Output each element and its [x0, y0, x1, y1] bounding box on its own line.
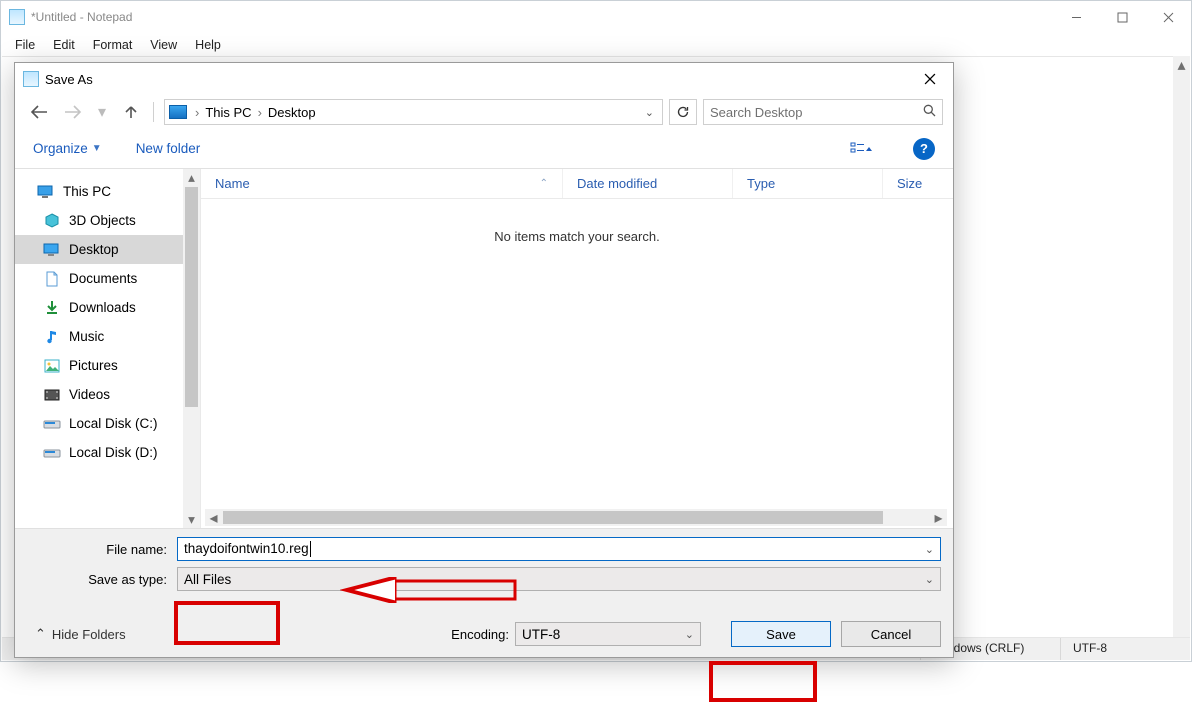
notepad-titlebar: *Untitled - Notepad — [1, 1, 1191, 33]
dialog-bottom: File name: thaydoifontwin10.reg ⌄ Save a… — [15, 528, 953, 657]
chevron-down-icon[interactable]: ⌄ — [685, 628, 694, 641]
nav-back-button[interactable] — [25, 100, 53, 124]
encoding-combo[interactable]: UTF-8 ⌄ — [515, 622, 701, 646]
chevron-down-icon[interactable]: ⌄ — [925, 543, 934, 556]
hide-folders-button[interactable]: ⌃ Hide Folders — [27, 626, 126, 642]
scroll-up-icon[interactable]: ▴ — [1173, 56, 1190, 73]
breadcrumb-leaf[interactable]: Desktop — [264, 105, 320, 120]
tree-item-desktop[interactable]: Desktop — [15, 235, 200, 264]
nav-recent-button[interactable]: ▾ — [93, 100, 111, 124]
menu-file[interactable]: File — [7, 36, 43, 54]
notepad-title: *Untitled - Notepad — [31, 10, 1053, 24]
organize-button[interactable]: Organize▼ — [33, 141, 102, 156]
cube-icon — [43, 213, 61, 229]
save-button[interactable]: Save — [731, 621, 831, 647]
encoding-value: UTF-8 — [522, 627, 560, 642]
scroll-down-icon[interactable]: ▾ — [183, 511, 200, 528]
desktop-icon — [43, 242, 61, 258]
menu-format[interactable]: Format — [85, 36, 141, 54]
menu-edit[interactable]: Edit — [45, 36, 83, 54]
nav-forward-button[interactable] — [59, 100, 87, 124]
chevron-down-icon[interactable]: ⌄ — [925, 573, 934, 586]
chevron-up-icon: ⌃ — [35, 626, 46, 642]
filename-label: File name: — [27, 542, 177, 557]
filename-input[interactable]: thaydoifontwin10.reg ⌄ — [177, 537, 941, 561]
menu-view[interactable]: View — [142, 36, 185, 54]
column-name[interactable]: Name⌃ — [201, 169, 563, 198]
drive-icon — [43, 445, 61, 461]
search-input[interactable]: Search Desktop — [703, 99, 943, 125]
dialog-navbar: ▾ › This PC › Desktop ⌄ Search Desktop — [15, 95, 953, 129]
dialog-close-button[interactable] — [907, 64, 953, 94]
tree-item-music[interactable]: Music — [15, 322, 200, 351]
chevron-down-icon[interactable]: ⌄ — [645, 106, 654, 119]
filename-value: thaydoifontwin10.reg — [184, 541, 309, 556]
encoding-label: Encoding: — [451, 627, 509, 642]
notepad-vscrollbar[interactable]: ▴ — [1173, 56, 1190, 637]
music-icon — [43, 329, 61, 345]
notepad-icon — [9, 9, 25, 25]
saveastype-combo[interactable]: All Files ⌄ — [177, 567, 941, 591]
scroll-thumb[interactable] — [223, 511, 883, 524]
tree-item-videos[interactable]: Videos — [15, 380, 200, 409]
scroll-thumb[interactable] — [185, 187, 198, 407]
search-icon — [923, 104, 936, 120]
column-date[interactable]: Date modified — [563, 169, 733, 198]
dialog-toolbar: Organize▼ New folder ? — [15, 129, 953, 169]
tree-item-localdisk-c[interactable]: Local Disk (C:) — [15, 409, 200, 438]
refresh-button[interactable] — [669, 99, 697, 125]
maximize-button[interactable] — [1099, 2, 1145, 32]
new-folder-button[interactable]: New folder — [136, 141, 201, 156]
saveastype-label: Save as type: — [27, 572, 177, 587]
save-as-dialog: Save As ▾ › This PC › Desktop ⌄ Search D… — [14, 62, 954, 658]
search-placeholder: Search Desktop — [710, 105, 923, 120]
tree-item-pictures[interactable]: Pictures — [15, 351, 200, 380]
pc-icon — [169, 105, 187, 119]
dialog-icon — [23, 71, 39, 87]
column-type[interactable]: Type — [733, 169, 883, 198]
scroll-up-icon[interactable]: ▴ — [183, 169, 200, 186]
nav-tree: This PC 3D Objects Desktop Documents Dow… — [15, 169, 201, 528]
tree-item-localdisk-d[interactable]: Local Disk (D:) — [15, 438, 200, 467]
dialog-titlebar: Save As — [15, 63, 953, 95]
column-size[interactable]: Size — [883, 169, 953, 198]
view-options-button[interactable] — [845, 137, 879, 161]
file-list: Name⌃ Date modified Type Size No items m… — [201, 169, 953, 528]
list-hscrollbar[interactable]: ◂ ▸ — [205, 509, 947, 526]
minimize-button[interactable] — [1053, 2, 1099, 32]
sort-caret-icon: ⌃ — [540, 178, 548, 189]
drive-icon — [43, 416, 61, 432]
scroll-right-icon[interactable]: ▸ — [930, 509, 947, 526]
empty-message: No items match your search. — [201, 199, 953, 274]
dialog-title: Save As — [45, 72, 907, 87]
close-button[interactable] — [1145, 2, 1191, 32]
annotation-box-save — [709, 661, 817, 702]
cancel-button[interactable]: Cancel — [841, 621, 941, 647]
tree-item-thispc[interactable]: This PC — [15, 177, 200, 206]
breadcrumb-root[interactable]: This PC — [201, 105, 255, 120]
tree-item-downloads[interactable]: Downloads — [15, 293, 200, 322]
tree-item-documents[interactable]: Documents — [15, 264, 200, 293]
tree-vscrollbar[interactable]: ▴ ▾ — [183, 169, 200, 528]
status-encoding: UTF-8 — [1060, 638, 1190, 660]
notepad-menubar: File Edit Format View Help — [1, 33, 1191, 56]
documents-icon — [43, 271, 61, 287]
scroll-left-icon[interactable]: ◂ — [205, 509, 222, 526]
saveastype-value: All Files — [184, 572, 231, 587]
menu-help[interactable]: Help — [187, 36, 229, 54]
address-bar[interactable]: › This PC › Desktop ⌄ — [164, 99, 663, 125]
help-button[interactable]: ? — [913, 138, 935, 160]
downloads-icon — [43, 300, 61, 316]
pictures-icon — [43, 358, 61, 374]
nav-up-button[interactable] — [117, 100, 145, 124]
tree-item-3dobjects[interactable]: 3D Objects — [15, 206, 200, 235]
videos-icon — [43, 387, 61, 403]
pc-icon — [37, 184, 55, 200]
column-headers: Name⌃ Date modified Type Size — [201, 169, 953, 199]
